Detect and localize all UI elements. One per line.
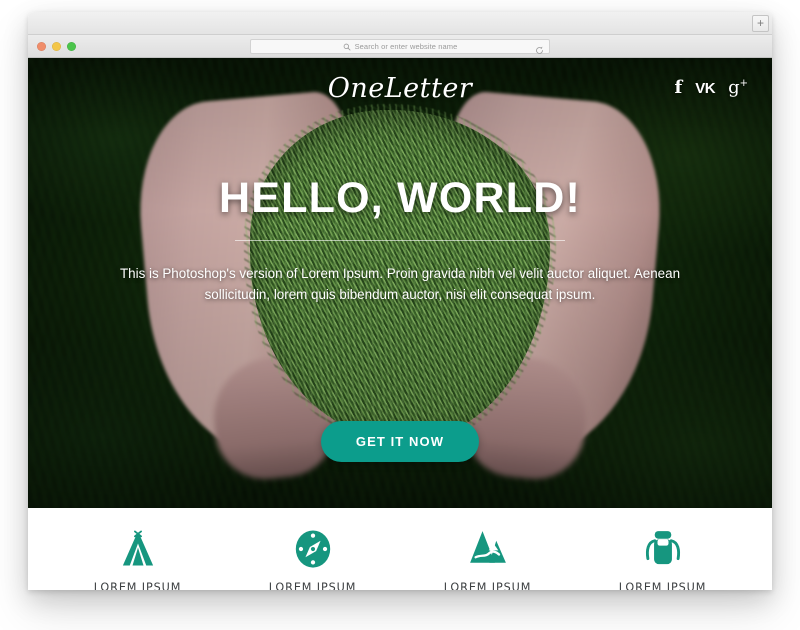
address-bar-placeholder: Search or enter website name — [354, 42, 458, 51]
new-tab-button[interactable]: + — [752, 15, 769, 32]
browser-window: + Search or enter website name OneLetter… — [28, 12, 772, 590]
feature-item[interactable]: LOREM IPSUM This is Photoshop's — [575, 526, 750, 590]
hero-divider — [235, 239, 565, 241]
site-header: OneLetter f VK g+ — [28, 58, 772, 118]
tent-icon — [50, 526, 225, 572]
minimize-window-button[interactable] — [52, 42, 61, 51]
close-window-button[interactable] — [37, 42, 46, 51]
vkontakte-icon[interactable]: VK — [695, 81, 715, 96]
hero-title: HELLO, WORLD! — [219, 174, 581, 222]
address-bar[interactable]: Search or enter website name — [250, 39, 550, 54]
facebook-icon[interactable]: f — [674, 79, 682, 97]
brand-logo[interactable]: OneLetter — [130, 73, 670, 104]
feature-item[interactable]: LOREM IPSUM This is Photoshop's — [50, 526, 225, 590]
hero-cta-area: GET IT NOW — [28, 421, 772, 462]
mountain-icon — [400, 526, 575, 572]
feature-item[interactable]: LOREM IPSUM This is Photoshop's — [400, 526, 575, 590]
feature-title: LOREM IPSUM — [93, 581, 182, 590]
feature-title: LOREM IPSUM — [618, 581, 707, 590]
browser-tab-strip: + — [28, 12, 772, 35]
feature-item[interactable]: LOREM IPSUM This is Photoshop's — [225, 526, 400, 590]
tab-strip-empty-area — [28, 12, 772, 34]
features-section: LOREM IPSUM This is Photoshop's — [28, 508, 772, 590]
backpack-icon — [575, 526, 750, 572]
zoom-window-button[interactable] — [67, 42, 76, 51]
browser-toolbar: Search or enter website name — [28, 35, 772, 58]
hero-subtitle: This is Photoshop's version of Lorem Ips… — [119, 265, 681, 303]
feature-title: LOREM IPSUM — [443, 581, 532, 590]
screenshot-stage: + Search or enter website name OneLetter… — [0, 0, 800, 630]
window-controls — [37, 42, 76, 51]
feature-title: LOREM IPSUM — [268, 581, 357, 590]
get-it-now-button[interactable]: GET IT NOW — [321, 421, 479, 462]
social-links: f VK g+ — [670, 79, 748, 97]
compass-icon — [225, 526, 400, 572]
hero-copy: HELLO, WORLD! This is Photoshop's versio… — [28, 176, 772, 306]
google-plus-icon[interactable]: g+ — [728, 79, 748, 97]
search-icon — [343, 38, 351, 56]
hero-section: OneLetter f VK g+ HELLO, WORLD! This is … — [28, 58, 772, 508]
google-plus-plus: + — [739, 78, 748, 89]
page-viewport: OneLetter f VK g+ HELLO, WORLD! This is … — [28, 58, 772, 590]
google-plus-letter: g — [728, 77, 740, 98]
